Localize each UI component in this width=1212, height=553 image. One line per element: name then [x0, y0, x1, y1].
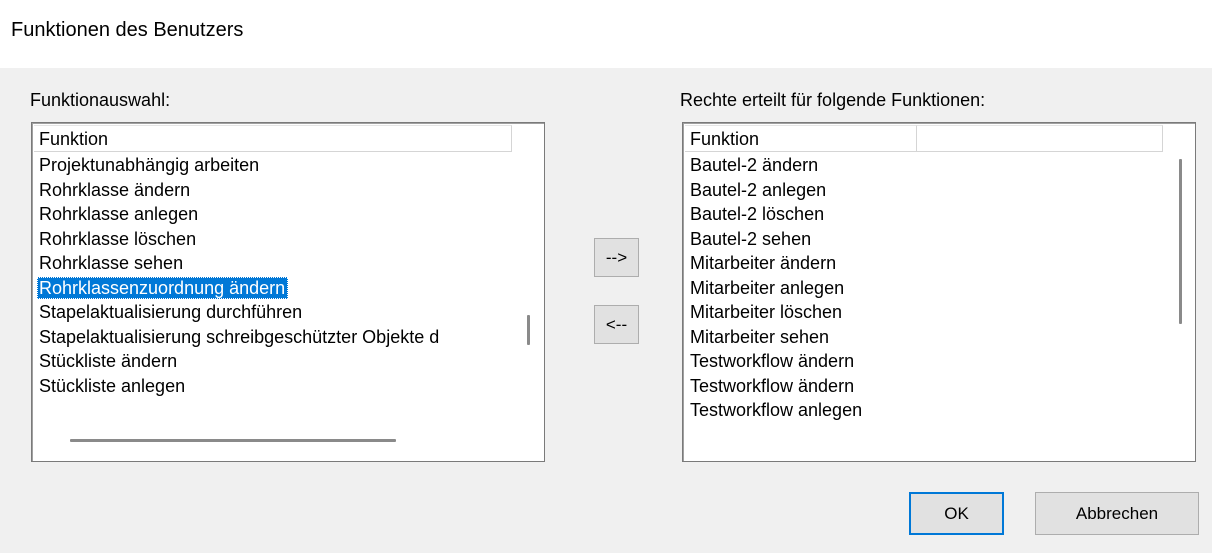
list-item-label: Stückliste ändern — [39, 351, 178, 371]
list-item[interactable]: Testworkflow anlegen — [685, 398, 862, 423]
list-item[interactable]: Testworkflow ändern — [685, 374, 862, 399]
list-item-label: Testworkflow ändern — [690, 375, 855, 396]
list-item-label: Rohrklasse sehen — [39, 253, 184, 273]
list-item[interactable]: Stapelaktualisierung schreibgeschützter … — [34, 325, 439, 350]
list-item[interactable]: Rohrklasse sehen — [34, 251, 439, 276]
add-function-button[interactable]: --> — [594, 238, 639, 277]
list-item[interactable]: Stückliste anlegen — [34, 374, 439, 399]
list-item-label: Rohrklasse löschen — [39, 228, 197, 249]
list-item-label: Rohrklasse anlegen — [39, 204, 199, 224]
list-item[interactable]: Bautel-2 ändern — [685, 153, 862, 178]
list-item[interactable]: Rohrklasse ändern — [34, 178, 439, 203]
list-item-label: Bautel-2 anlegen — [690, 179, 827, 200]
function-selection-listview[interactable]: Funktion Projektunabhängig arbeiten Rohrk… — [31, 122, 545, 462]
column-header-funktion[interactable]: Funktion — [34, 125, 512, 151]
list-item[interactable]: Mitarbeiter anlegen — [685, 276, 862, 301]
horizontal-scrollbar-thumb[interactable] — [70, 439, 396, 442]
title-bar: Funktionen des Benutzers — [0, 0, 1212, 68]
list-item[interactable]: Projektunabhängig arbeiten — [34, 153, 439, 178]
list-item-label: Rohrklasse ändern — [39, 179, 191, 200]
column-header-empty[interactable] — [917, 125, 1163, 151]
list-item-label: Mitarbeiter sehen — [690, 326, 830, 347]
listview-header: Funktion — [34, 125, 512, 152]
window-title: Funktionen des Benutzers — [11, 19, 244, 41]
list-item[interactable]: Bautel-2 löschen — [685, 202, 862, 227]
vertical-scrollbar-thumb[interactable] — [1179, 159, 1182, 324]
list-item-label: Mitarbeiter ändern — [690, 253, 837, 273]
list-item[interactable]: Rohrklasse anlegen — [34, 202, 439, 227]
list-item[interactable]: Rohrklassenzuordnung ändern — [34, 276, 439, 301]
list-item[interactable]: Stapelaktualisierung durchführen — [34, 300, 439, 325]
function-selection-rows: Projektunabhängig arbeiten Rohrklasse änd… — [34, 153, 439, 398]
list-item-label: Bautel-2 ändern — [690, 155, 819, 175]
list-item-label: Mitarbeiter anlegen — [690, 277, 845, 298]
list-item[interactable]: Mitarbeiter sehen — [685, 325, 862, 350]
granted-rights-label: Rechte erteilt für folgende Funktionen: — [680, 90, 986, 110]
list-item[interactable]: Stückliste ändern — [34, 349, 439, 374]
granted-rights-rows: Bautel-2 ändern Bautel-2 anlegen Bautel-2 … — [685, 153, 862, 423]
granted-rights-listview[interactable]: Funktion Bautel-2 ändern Bautel-2 anlegen… — [682, 122, 1196, 462]
column-header-funktion[interactable]: Funktion — [685, 125, 917, 151]
list-item-label: Bautel-2 löschen — [690, 204, 825, 224]
list-item-label: Testworkflow ändern — [690, 351, 855, 371]
ok-button[interactable]: OK — [909, 492, 1004, 535]
cancel-button[interactable]: Abbrechen — [1035, 492, 1199, 535]
listview-header: Funktion — [685, 125, 1163, 152]
list-item-label: Testworkflow anlegen — [690, 400, 863, 420]
list-item[interactable]: Bautel-2 sehen — [685, 227, 862, 252]
list-item-label: Stückliste anlegen — [39, 375, 186, 396]
list-item-label: Bautel-2 sehen — [690, 228, 812, 249]
list-item-label: Mitarbeiter löschen — [690, 302, 843, 322]
list-item[interactable]: Mitarbeiter ändern — [685, 251, 862, 276]
list-item-label: Stapelaktualisierung schreibgeschützter … — [39, 326, 440, 347]
list-item[interactable]: Bautel-2 anlegen — [685, 178, 862, 203]
function-selection-label: Funktionauswahl: — [30, 90, 171, 110]
list-item[interactable]: Testworkflow ändern — [685, 349, 862, 374]
list-item-label: Projektunabhängig arbeiten — [39, 155, 260, 175]
list-item-label: Stapelaktualisierung durchführen — [39, 302, 303, 322]
vertical-scrollbar-thumb[interactable] — [527, 315, 530, 345]
list-item-label: Rohrklassenzuordnung ändern — [37, 276, 289, 299]
list-item[interactable]: Mitarbeiter löschen — [685, 300, 862, 325]
remove-function-button[interactable]: <-- — [594, 305, 639, 344]
list-item[interactable]: Rohrklasse löschen — [34, 227, 439, 252]
